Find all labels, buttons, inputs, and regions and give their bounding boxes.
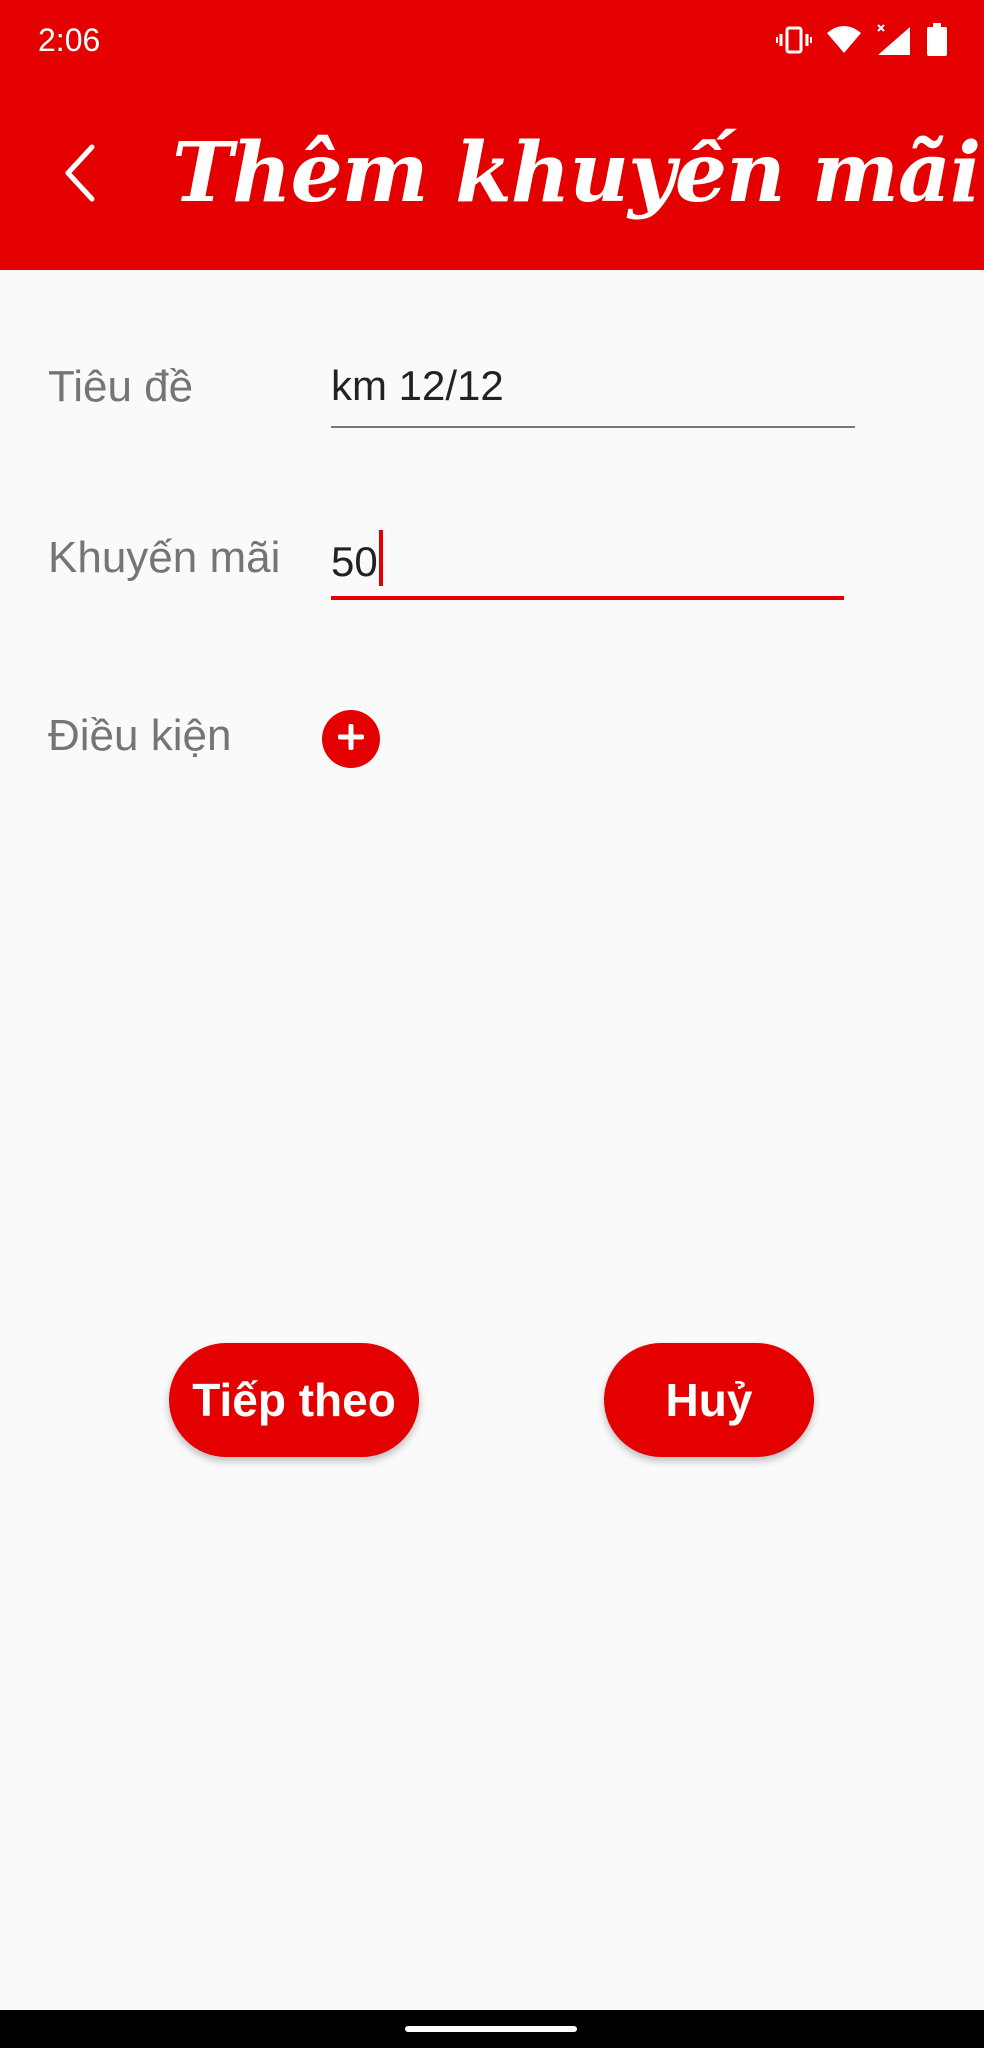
back-button[interactable] (52, 135, 108, 215)
title-input-value: km 12/12 (331, 362, 504, 409)
title-label: Tiêu đề (48, 362, 194, 411)
page-title: Thêm khuyến mãi (172, 125, 981, 221)
app-bar: 2:06 Thêm khuyến mãi (0, 0, 984, 270)
discount-label: Khuyến mãi (48, 533, 281, 582)
vibrate-icon (776, 25, 812, 55)
text-caret (378, 530, 383, 586)
plus-icon (337, 723, 365, 755)
status-time: 2:06 (38, 22, 101, 58)
chevron-left-icon (60, 143, 100, 208)
home-gesture-handle[interactable] (405, 2026, 577, 2032)
add-condition-button[interactable] (322, 710, 380, 768)
title-input-underline (331, 426, 855, 428)
signal-icon (876, 23, 912, 57)
battery-icon (926, 23, 948, 57)
wifi-icon (826, 25, 862, 55)
status-icons (776, 20, 948, 60)
title-input[interactable]: km 12/12 (331, 362, 504, 410)
next-button[interactable]: Tiếp theo (169, 1343, 419, 1457)
system-nav-bar (0, 2010, 984, 2048)
discount-input-underline (331, 596, 844, 600)
discount-input[interactable]: 50 (331, 530, 383, 586)
discount-input-value: 50 (331, 538, 378, 585)
cancel-button[interactable]: Huỷ (604, 1343, 814, 1457)
condition-label: Điều kiện (48, 711, 232, 760)
